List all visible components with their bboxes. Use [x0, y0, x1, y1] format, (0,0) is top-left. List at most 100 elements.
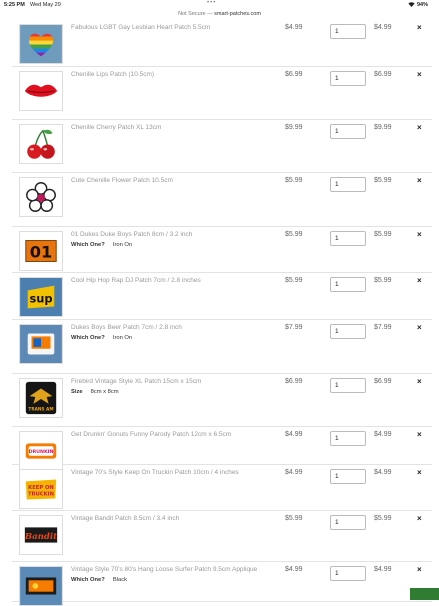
- line-total: $5.99: [374, 231, 392, 238]
- product-thumbnail[interactable]: KEEP ON TRUCKIN: [19, 469, 63, 509]
- remove-item-icon[interactable]: ×: [417, 70, 422, 79]
- product-thumbnail[interactable]: [19, 324, 63, 364]
- cart-item-row: TRANS AM Firebird Vintage Style XL Patch …: [12, 374, 432, 427]
- product-title-link[interactable]: Vintage Style 70's 80's Hang Loose Surfe…: [71, 566, 257, 573]
- quantity-input[interactable]: [330, 177, 366, 192]
- remove-item-icon[interactable]: ×: [417, 565, 422, 574]
- cart-item-row: 01 01 Dukes Duke Boys Patch 8cm / 3.2 inc…: [12, 227, 432, 273]
- option-value: Iron On: [112, 335, 133, 341]
- unit-price: $7.99: [285, 324, 303, 331]
- product-title-link[interactable]: Chenille Cherry Patch XL 13cm: [71, 124, 161, 131]
- address-bar[interactable]: Not Secure — smart-patches.com: [0, 9, 439, 20]
- svg-text:Bandit: Bandit: [24, 532, 57, 542]
- product-title-link[interactable]: Vintage Bandit Patch 8.5cm / 3.4 inch: [71, 515, 179, 522]
- quantity-input[interactable]: [330, 566, 366, 581]
- product-thumbnail[interactable]: [19, 566, 63, 606]
- quantity-input[interactable]: [330, 324, 366, 339]
- status-time: 5:25 PM: [4, 2, 25, 8]
- cart-item-row: Chenille Cherry Patch XL 13cm $9.99 $9.99 ×: [12, 120, 432, 173]
- quantity-input[interactable]: [330, 378, 366, 393]
- option-value: 8cm x 8cm: [90, 389, 119, 395]
- line-total: $6.99: [374, 378, 392, 385]
- cart-item-row: KEEP ON TRUCKIN Vintage 70's Style Keep On…: [12, 465, 432, 511]
- product-option: Which One? Black: [71, 577, 127, 583]
- line-total: $4.99: [374, 24, 392, 31]
- unit-price: $5.99: [285, 231, 303, 238]
- svg-text:01: 01: [30, 243, 52, 262]
- product-title-link[interactable]: Get Drunkn' Gonuts Funny Parody Patch 12…: [71, 431, 231, 438]
- quantity-input[interactable]: [330, 277, 366, 292]
- product-title-link[interactable]: Cute Chenille Flower Patch 10.5cm: [71, 177, 173, 184]
- product-title-link[interactable]: Chenille Lips Patch (10.5cm): [71, 71, 154, 78]
- remove-item-icon[interactable]: ×: [417, 514, 422, 523]
- wifi-icon: [408, 2, 415, 9]
- status-date: Wed May 29: [30, 2, 61, 8]
- unit-price: $4.99: [285, 24, 303, 31]
- product-thumbnail[interactable]: [19, 124, 63, 164]
- quantity-input[interactable]: [330, 431, 366, 446]
- product-option: Which One? Iron On: [71, 335, 132, 341]
- unit-price: $6.99: [285, 71, 303, 78]
- option-label: Which One?: [71, 242, 105, 248]
- url-domain: smart-patches.com: [214, 11, 261, 17]
- product-thumbnail[interactable]: Bandit: [19, 515, 63, 555]
- product-title-link[interactable]: Fabulous LGBT Gay Lesbian Heart Patch 5.…: [71, 24, 210, 31]
- line-total: $5.99: [374, 277, 392, 284]
- product-title-link[interactable]: Dukes Boys Beer Patch 7cm / 2.8 inch: [71, 324, 182, 331]
- quantity-input[interactable]: [330, 71, 366, 86]
- product-title-link[interactable]: Firebird Vintage Style XL Patch 15cm x 1…: [71, 378, 201, 385]
- quantity-input[interactable]: [330, 124, 366, 139]
- unit-price: $4.99: [285, 566, 303, 573]
- remove-item-icon[interactable]: ×: [417, 430, 422, 439]
- url-separator: —: [207, 11, 213, 17]
- remove-item-icon[interactable]: ×: [417, 468, 422, 477]
- product-title-link[interactable]: Cool Hip Hop Rap DJ Patch 7cm / 2.8 inch…: [71, 277, 201, 284]
- svg-text:DRUNKIN: DRUNKIN: [29, 449, 54, 455]
- remove-item-icon[interactable]: ×: [417, 323, 422, 332]
- quantity-input[interactable]: [330, 469, 366, 484]
- svg-text:sup: sup: [29, 292, 52, 306]
- product-thumbnail[interactable]: [19, 71, 63, 111]
- option-value: Black: [112, 577, 128, 583]
- cart-item-row: Vintage Style 70's 80's Hang Loose Surfe…: [12, 562, 432, 606]
- option-label: Which One?: [71, 577, 105, 583]
- unit-price: $5.99: [285, 277, 303, 284]
- svg-text:TRANS AM: TRANS AM: [28, 406, 53, 412]
- line-total: $4.99: [374, 469, 392, 476]
- remove-item-icon[interactable]: ×: [417, 276, 422, 285]
- quantity-input[interactable]: [330, 231, 366, 246]
- option-label: Which One?: [71, 335, 105, 341]
- cart-item-row: Cute Chenille Flower Patch 10.5cm $5.99 $5…: [12, 173, 432, 227]
- remove-item-icon[interactable]: ×: [417, 176, 422, 185]
- product-thumbnail[interactable]: [19, 24, 63, 64]
- option-label: Size: [71, 389, 83, 395]
- unit-price: $6.99: [285, 378, 303, 385]
- product-thumbnail[interactable]: [19, 177, 63, 217]
- cart-item-row: DRUNKIN Get Drunkn' Gonuts Funny Parody P…: [12, 427, 432, 471]
- remove-item-icon[interactable]: ×: [417, 23, 422, 32]
- remove-item-icon[interactable]: ×: [417, 230, 422, 239]
- quantity-input[interactable]: [330, 24, 366, 39]
- security-label: Not Secure: [178, 11, 206, 17]
- quantity-input[interactable]: [330, 515, 366, 530]
- product-thumbnail[interactable]: sup: [19, 277, 63, 317]
- corner-badge[interactable]: [410, 588, 439, 600]
- line-total: $7.99: [374, 324, 392, 331]
- remove-item-icon[interactable]: ×: [417, 377, 422, 386]
- cart-item-row: Dukes Boys Beer Patch 7cm / 2.8 inch Whic…: [12, 320, 432, 374]
- line-total: $9.99: [374, 124, 392, 131]
- cart-item-row: Bandit Vintage Bandit Patch 8.5cm / 3.4 i…: [12, 511, 432, 562]
- line-total: $5.99: [374, 515, 392, 522]
- product-thumbnail[interactable]: 01: [19, 231, 63, 271]
- svg-text:KEEP ON: KEEP ON: [28, 485, 54, 491]
- line-total: $6.99: [374, 71, 392, 78]
- cart-item-row: Chenille Lips Patch (10.5cm) $6.99 $6.99 ×: [12, 67, 432, 120]
- cart-item-row: sup Cool Hip Hop Rap DJ Patch 7cm / 2.8 i…: [12, 273, 432, 320]
- product-thumbnail[interactable]: TRANS AM: [19, 378, 63, 418]
- product-title-link[interactable]: 01 Dukes Duke Boys Patch 8cm / 3.2 inch: [71, 231, 192, 238]
- product-title-link[interactable]: Vintage 70's Style Keep On Truckin Patch…: [71, 469, 239, 476]
- product-option: Which One? Iron On: [71, 242, 132, 248]
- remove-item-icon[interactable]: ×: [417, 123, 422, 132]
- unit-price: $9.99: [285, 124, 303, 131]
- multitask-dots-icon[interactable]: •••: [207, 0, 216, 6]
